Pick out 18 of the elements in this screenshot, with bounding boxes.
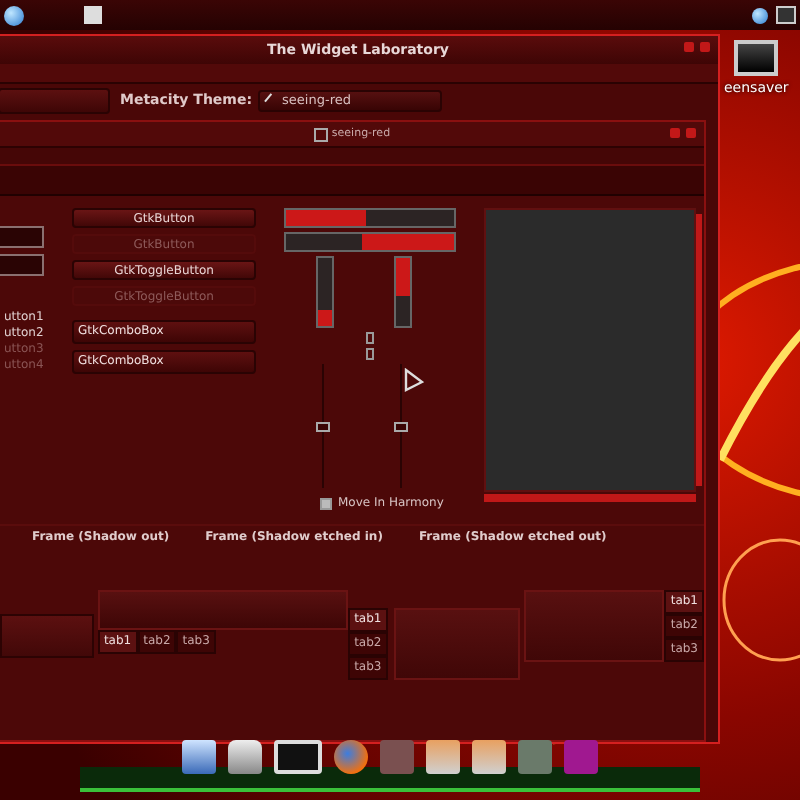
progress-bar — [316, 256, 334, 328]
text-field[interactable] — [0, 226, 44, 248]
monitor-icon[interactable] — [776, 6, 796, 24]
slider-thumb[interactable] — [316, 422, 330, 433]
mouse-pointer-icon — [404, 368, 424, 392]
text-field[interactable] — [0, 254, 44, 276]
monitor-icon[interactable] — [734, 40, 779, 76]
globe-icon[interactable] — [752, 7, 768, 23]
scrollbar[interactable] — [484, 494, 696, 502]
window-icon — [313, 127, 328, 141]
globe-icon[interactable] — [4, 5, 24, 25]
panel — [0, 614, 94, 658]
notebook-page — [393, 608, 521, 680]
scrollbar[interactable] — [696, 214, 702, 486]
progress-bar — [394, 256, 412, 328]
slider-thumb[interactable] — [394, 422, 408, 433]
notebook-page — [524, 590, 665, 662]
terminal-icon[interactable] — [274, 740, 322, 774]
